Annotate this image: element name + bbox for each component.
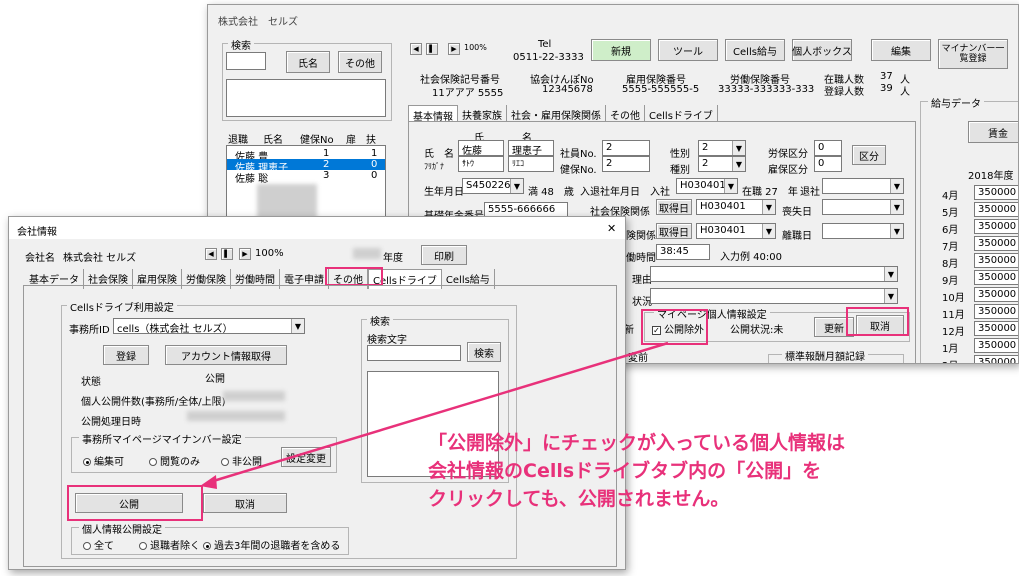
annotation-line-3: クリックしても、公開されません。 [428,488,730,510]
annotation-line-2: 会社情報のCellsドライブタブ内の「公開」を [428,460,822,482]
annotation-line-1: 「公開除外」にチェックが入っている個人情報は [428,432,846,454]
